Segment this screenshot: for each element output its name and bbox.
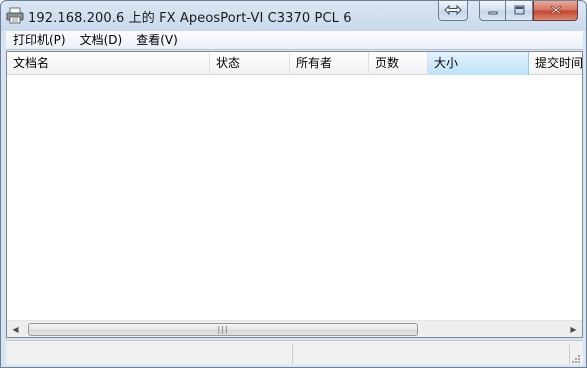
menu-document[interactable]: 文档(D) [73, 31, 130, 50]
menu-view[interactable]: 查看(V) [129, 31, 185, 50]
column-pages[interactable]: 页数 [369, 52, 428, 75]
resize-arrows-icon [444, 4, 462, 18]
maximize-button[interactable] [506, 1, 533, 21]
close-icon [550, 4, 562, 18]
column-owner[interactable]: 所有者 [290, 52, 369, 75]
column-status[interactable]: 状态 [210, 52, 290, 75]
arrow-right-icon: ▶ [570, 325, 577, 334]
column-size[interactable]: 大小 [428, 52, 529, 75]
column-header-row: 文档名 状态 所有者 页数 大小 提交时间 [7, 52, 582, 75]
arrow-left-icon: ◀ [12, 325, 19, 334]
size-grip-icon[interactable] [571, 353, 581, 363]
column-document-name[interactable]: 文档名 [7, 52, 210, 75]
scroll-left-button[interactable]: ◀ [7, 321, 24, 338]
maximize-icon [514, 4, 525, 18]
scroll-thumb[interactable]: ||| [28, 323, 418, 336]
grip-icon: ||| [217, 324, 229, 334]
resize-button[interactable] [438, 1, 468, 21]
window-title: 192.168.200.6 上的 FX ApeosPort-VI C3370 P… [28, 11, 352, 26]
horizontal-scrollbar[interactable]: ◀ ||| ▶ [7, 320, 582, 337]
minimize-icon [488, 4, 498, 18]
printer-icon[interactable] [6, 7, 24, 24]
title-bar[interactable]: 192.168.200.6 上的 FX ApeosPort-VI C3370 P… [1, 1, 586, 31]
print-job-list[interactable]: 文档名 状态 所有者 页数 大小 提交时间 ◀ ||| ▶ [6, 51, 583, 338]
column-submitted[interactable]: 提交时间 [529, 52, 582, 75]
status-pane-right [294, 343, 570, 364]
menu-printer[interactable]: 打印机(P) [6, 31, 73, 50]
minimize-button[interactable] [479, 1, 506, 21]
print-queue-window: 192.168.200.6 上的 FX ApeosPort-VI C3370 P… [0, 0, 587, 368]
status-bar [6, 340, 583, 365]
status-pane-left [6, 343, 293, 364]
close-button[interactable] [533, 1, 578, 21]
scroll-right-button[interactable]: ▶ [565, 321, 582, 338]
menu-bar: 打印机(P) 文档(D) 查看(V) [6, 31, 583, 50]
